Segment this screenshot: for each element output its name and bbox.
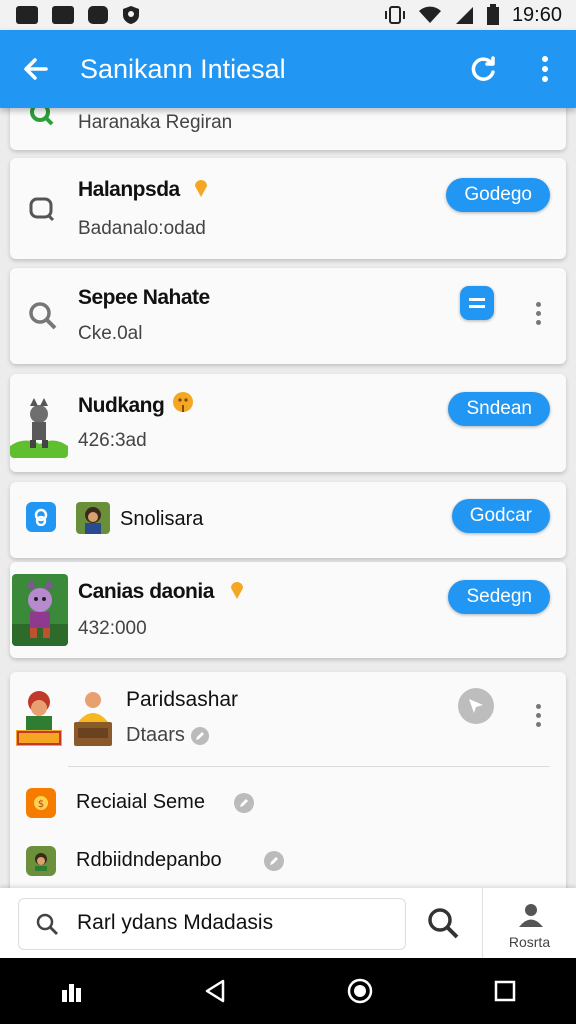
search-icon: [428, 908, 459, 939]
signal-icon: [455, 7, 473, 24]
status-time: 19:60: [511, 3, 562, 26]
more-vert-icon[interactable]: [536, 704, 542, 727]
status-icons-left: [16, 5, 140, 25]
card-action-button[interactable]: Godcar: [451, 499, 550, 533]
search-input[interactable]: Rarl ydans Mdadasis: [18, 898, 406, 950]
card-action-button[interactable]: Sndean: [448, 392, 550, 426]
edit-badge-icon: [190, 726, 209, 745]
back-triangle-icon[interactable]: [203, 978, 227, 1004]
pin-icon: [195, 180, 207, 197]
status-icons-right: 19:60: [384, 4, 562, 27]
bottom-search-bar: Rarl ydans Mdadasis Rosrta: [0, 888, 576, 958]
message-icon: [88, 6, 108, 24]
list-card-5[interactable]: Canias daonia 432:000 Sedegn: [10, 562, 566, 658]
notification-icon: [52, 6, 74, 24]
card-action-button[interactable]: Sedegn: [448, 580, 550, 614]
edit-badge-icon: [264, 851, 284, 871]
more-vert-icon: [542, 56, 548, 82]
list-card-1[interactable]: Halanpsda Badanalo:odad Godego: [10, 158, 566, 259]
card-title: Paridsashar: [126, 688, 239, 711]
search-icon: [29, 302, 57, 330]
shield-icon: [123, 6, 139, 24]
app-icon: [26, 846, 56, 876]
divider: [68, 766, 550, 767]
overflow-menu-button[interactable]: [514, 30, 576, 108]
list-icon: [469, 298, 485, 308]
card-title: Nudkang: [78, 394, 165, 417]
battery-icon: [486, 4, 499, 25]
home-circle-icon[interactable]: [346, 977, 374, 1005]
search-input-text: Rarl ydans Mdadasis: [77, 911, 274, 934]
back-button[interactable]: [0, 30, 70, 108]
chat-icon: [29, 197, 55, 222]
card-subtitle: 432:000: [78, 618, 147, 639]
card-subtitle: Cke.0al: [78, 323, 143, 344]
app-bar-title: Sanikann Intiesal: [80, 53, 286, 84]
card-title: Snolisara: [120, 508, 204, 530]
overview-square-icon[interactable]: [493, 979, 517, 1003]
person-icon: [519, 904, 543, 927]
search-icon: [36, 913, 58, 935]
smile-badge-icon: [173, 392, 193, 412]
status-bar: 19:60: [0, 0, 576, 30]
profile-label: Rosrta: [508, 934, 551, 950]
card-subtitle: 426:3ad: [78, 430, 147, 451]
sub-item-label: Reciaial Seme: [76, 791, 205, 813]
gallery-icon: [16, 6, 38, 24]
arrow-left-icon: [24, 58, 48, 80]
game-thumbnail: [10, 392, 68, 458]
app-bar: Sanikann Intiesal: [0, 30, 576, 108]
card-subtitle: Badanalo:odad: [78, 218, 206, 239]
game-thumbnail: [12, 574, 68, 646]
card-action-button[interactable]: Godego: [446, 178, 550, 212]
edit-badge-icon: [234, 793, 254, 813]
list-card-2[interactable]: Sepee Nahate Cke.0al: [10, 268, 566, 364]
pin-icon: [231, 582, 243, 599]
card-title: Sepee Nahate: [78, 286, 210, 309]
sub-item-row[interactable]: Rdbiidndepanbo: [10, 838, 566, 882]
recent-apps-grid-icon[interactable]: [60, 980, 84, 1002]
svg-text:$: $: [38, 799, 44, 810]
card-subtitle: Dtaars: [126, 724, 185, 746]
card-title: Halanpsda: [78, 178, 180, 201]
refresh-button[interactable]: [452, 30, 514, 108]
sub-item-label: Rdbiidndepanbo: [76, 849, 222, 871]
list-card-3[interactable]: Nudkang 426:3ad Sndean: [10, 374, 566, 472]
refresh-icon: [471, 56, 495, 81]
card-title: Canias daonia: [78, 580, 214, 603]
wifi-icon: [418, 6, 441, 23]
card-subtitle-row: Dtaars: [126, 724, 209, 747]
more-vert-icon[interactable]: [536, 302, 542, 325]
card-subtitle: Haranaka Regiran: [78, 112, 233, 133]
game-thumbnail: [70, 686, 116, 748]
game-thumbnail: [14, 686, 64, 748]
sub-item-row[interactable]: $ Reciaial Seme: [10, 780, 566, 824]
search-button[interactable]: [418, 898, 468, 948]
cursor-icon: [469, 699, 483, 713]
share-icon-button[interactable]: [458, 688, 494, 724]
list-card-6[interactable]: Paridsashar Dtaars $ Reciaial Seme Rdbii…: [10, 672, 566, 898]
system-nav-bar: [0, 958, 576, 1024]
card-action-icon-button[interactable]: [460, 286, 494, 320]
bluetooth-app-icon: [26, 502, 56, 532]
app-icon: $: [26, 788, 56, 818]
search-icon: [30, 106, 54, 126]
profile-button[interactable]: Rosrta: [483, 888, 576, 958]
list-card-4[interactable]: Snolisara Godcar: [10, 482, 566, 558]
game-thumbnail: [76, 502, 110, 534]
vibrate-icon: [384, 6, 405, 24]
